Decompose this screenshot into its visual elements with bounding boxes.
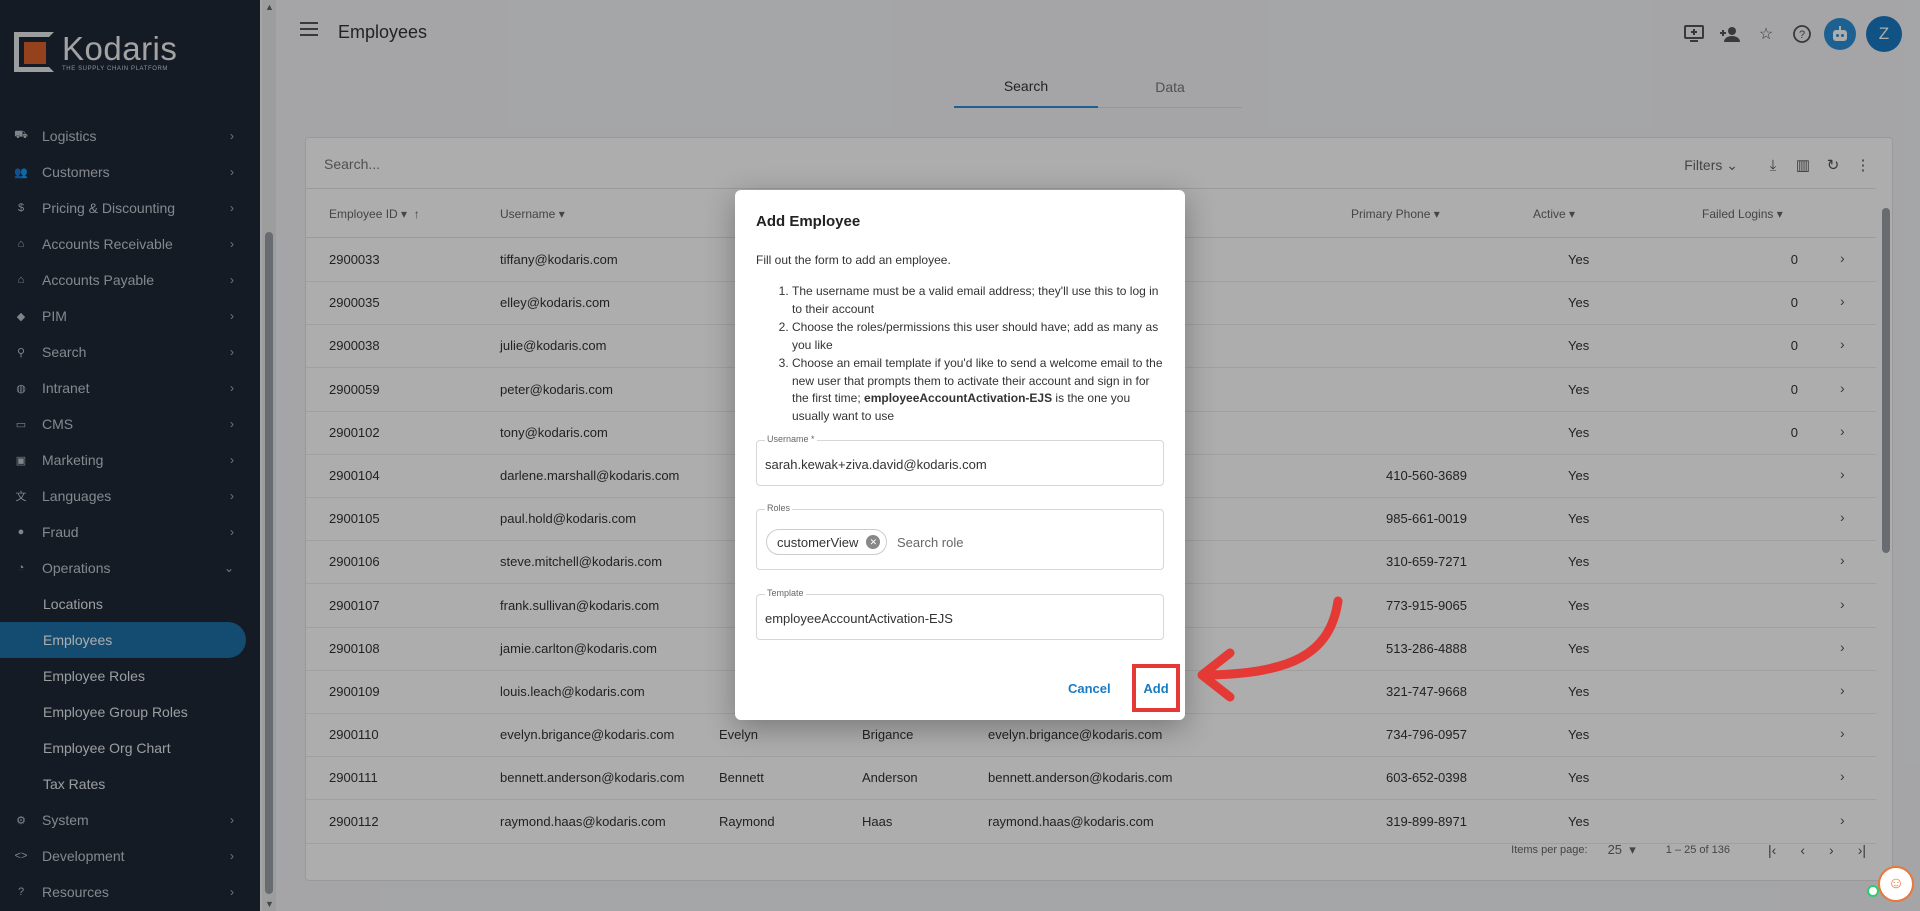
template-field[interactable]: Template employeeAccountActivation-EJS xyxy=(756,588,1164,640)
add-button[interactable]: Add xyxy=(1132,664,1180,712)
dialog-title: Add Employee xyxy=(756,213,861,230)
cancel-button[interactable]: Cancel xyxy=(1068,681,1111,696)
remove-role-icon[interactable]: ✕ xyxy=(866,535,881,549)
online-status-icon xyxy=(1867,885,1879,897)
instruction-step: Choose an email template if you'd like t… xyxy=(792,355,1164,425)
username-field[interactable]: Username * sarah.kewak+ziva.david@kodari… xyxy=(756,434,1164,486)
roles-field[interactable]: Roles customerView ✕ Search role xyxy=(756,503,1164,570)
template-label: Template xyxy=(765,588,806,598)
chat-support-icon[interactable]: ☺ xyxy=(1878,866,1914,902)
dialog-intro: Fill out the form to add an employee. xyxy=(756,253,951,267)
step3-template-name: employeeAccountActivation-EJS xyxy=(864,391,1053,405)
instruction-step: Choose the roles/permissions this user s… xyxy=(792,319,1164,354)
add-employee-dialog: Add Employee Fill out the form to add an… xyxy=(735,190,1185,720)
username-label: Username * xyxy=(765,434,817,444)
roles-label: Roles xyxy=(765,503,793,513)
annotation-arrow-icon xyxy=(1197,596,1343,702)
instruction-step: The username must be a valid email addre… xyxy=(792,283,1164,318)
role-chip-label: customerView xyxy=(777,534,859,550)
username-value: sarah.kewak+ziva.david@kodaris.com xyxy=(765,457,987,472)
template-value: employeeAccountActivation-EJS xyxy=(765,611,953,626)
role-chip[interactable]: customerView ✕ xyxy=(766,529,888,555)
search-role-input[interactable]: Search role xyxy=(897,535,963,550)
dialog-instructions: The username must be a valid email addre… xyxy=(792,283,1164,426)
